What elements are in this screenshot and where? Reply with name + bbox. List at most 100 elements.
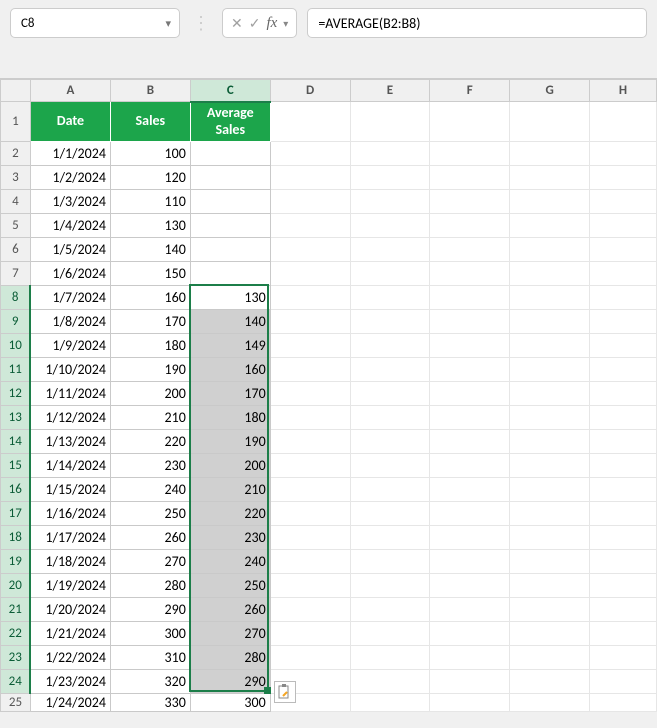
row-header[interactable]: 6 (1, 238, 31, 262)
column-header-B[interactable]: B (110, 80, 190, 102)
cell[interactable] (350, 382, 430, 406)
table-header-cell[interactable]: AverageSales (190, 102, 270, 142)
cell[interactable] (510, 358, 590, 382)
cell-sales[interactable]: 130 (110, 214, 190, 238)
cell[interactable] (590, 358, 657, 382)
row-header[interactable]: 8 (1, 286, 31, 310)
cell-avg[interactable] (190, 142, 270, 166)
cell[interactable] (350, 502, 430, 526)
cell[interactable] (590, 334, 657, 358)
cell[interactable] (270, 406, 350, 430)
cell-date[interactable]: 1/21/2024 (30, 622, 110, 646)
cell[interactable] (510, 214, 590, 238)
cell[interactable] (350, 214, 430, 238)
row-header[interactable]: 23 (1, 646, 31, 670)
cell[interactable] (350, 670, 430, 694)
cell-sales[interactable]: 180 (110, 334, 190, 358)
cell[interactable] (430, 646, 510, 670)
cell[interactable] (430, 502, 510, 526)
cell-avg[interactable]: 220 (190, 502, 270, 526)
accept-icon[interactable]: ✓ (249, 15, 261, 32)
cell[interactable] (510, 526, 590, 550)
cell[interactable] (510, 262, 590, 286)
cell[interactable] (430, 670, 510, 694)
cell[interactable] (270, 454, 350, 478)
cell-date[interactable]: 1/5/2024 (30, 238, 110, 262)
spreadsheet-grid[interactable]: ABCDEFGH 1DateSalesAverageSales21/1/2024… (0, 78, 657, 712)
cell[interactable] (270, 166, 350, 190)
autofill-options-icon[interactable] (274, 681, 296, 703)
cell-sales[interactable]: 140 (110, 238, 190, 262)
cell[interactable] (270, 622, 350, 646)
cell[interactable] (590, 502, 657, 526)
cell[interactable] (270, 550, 350, 574)
cell[interactable] (430, 358, 510, 382)
chevron-down-icon[interactable]: ▾ (283, 17, 288, 30)
cell[interactable] (270, 310, 350, 334)
cell-date[interactable]: 1/4/2024 (30, 214, 110, 238)
row-header[interactable]: 10 (1, 334, 31, 358)
column-header-E[interactable]: E (350, 80, 430, 102)
cell[interactable] (590, 646, 657, 670)
cell[interactable] (430, 262, 510, 286)
column-header-F[interactable]: F (430, 80, 510, 102)
cell[interactable] (590, 238, 657, 262)
cell[interactable] (510, 310, 590, 334)
cell-sales[interactable]: 300 (110, 622, 190, 646)
cell[interactable] (590, 102, 657, 142)
cell[interactable] (430, 454, 510, 478)
cell-avg[interactable]: 180 (190, 406, 270, 430)
cell[interactable] (350, 454, 430, 478)
cell[interactable] (510, 102, 590, 142)
cell-date[interactable]: 1/23/2024 (30, 670, 110, 694)
cell-avg[interactable]: 210 (190, 478, 270, 502)
cell-avg[interactable]: 140 (190, 310, 270, 334)
cell[interactable] (270, 102, 350, 142)
cell[interactable] (590, 670, 657, 694)
cell[interactable] (350, 550, 430, 574)
column-header-C[interactable]: C (190, 80, 270, 102)
cell[interactable] (430, 190, 510, 214)
cell[interactable] (350, 574, 430, 598)
cell-sales[interactable]: 200 (110, 382, 190, 406)
cell[interactable] (350, 262, 430, 286)
cell[interactable] (270, 214, 350, 238)
column-header-H[interactable]: H (590, 80, 657, 102)
cell-date[interactable]: 1/19/2024 (30, 574, 110, 598)
cell[interactable] (590, 598, 657, 622)
cell[interactable] (430, 286, 510, 310)
cell[interactable] (430, 694, 510, 712)
cell[interactable] (510, 286, 590, 310)
row-header[interactable]: 15 (1, 454, 31, 478)
row-header[interactable]: 17 (1, 502, 31, 526)
cell[interactable] (590, 262, 657, 286)
cell-sales[interactable]: 250 (110, 502, 190, 526)
cell[interactable] (510, 334, 590, 358)
formula-input[interactable]: =AVERAGE(B2:B8) (307, 8, 647, 38)
cell-date[interactable]: 1/11/2024 (30, 382, 110, 406)
row-header[interactable]: 20 (1, 574, 31, 598)
cell-avg[interactable]: 240 (190, 550, 270, 574)
row-header[interactable]: 19 (1, 550, 31, 574)
cell-sales[interactable]: 260 (110, 526, 190, 550)
cell[interactable] (270, 382, 350, 406)
cell-avg[interactable]: 300 (190, 694, 270, 712)
cell-sales[interactable]: 190 (110, 358, 190, 382)
cell[interactable] (350, 622, 430, 646)
cell-sales[interactable]: 210 (110, 406, 190, 430)
row-header[interactable]: 25 (1, 694, 31, 712)
cell-sales[interactable]: 100 (110, 142, 190, 166)
cell-date[interactable]: 1/1/2024 (30, 142, 110, 166)
cell[interactable] (430, 478, 510, 502)
cell[interactable] (510, 670, 590, 694)
cell-sales[interactable]: 110 (110, 190, 190, 214)
cell[interactable] (430, 382, 510, 406)
cell-avg[interactable]: 250 (190, 574, 270, 598)
column-header-G[interactable]: G (510, 80, 590, 102)
cell-sales[interactable]: 120 (110, 166, 190, 190)
column-header-D[interactable]: D (270, 80, 350, 102)
cell[interactable] (350, 358, 430, 382)
cell[interactable] (430, 622, 510, 646)
cell[interactable] (430, 214, 510, 238)
cell-sales[interactable]: 230 (110, 454, 190, 478)
